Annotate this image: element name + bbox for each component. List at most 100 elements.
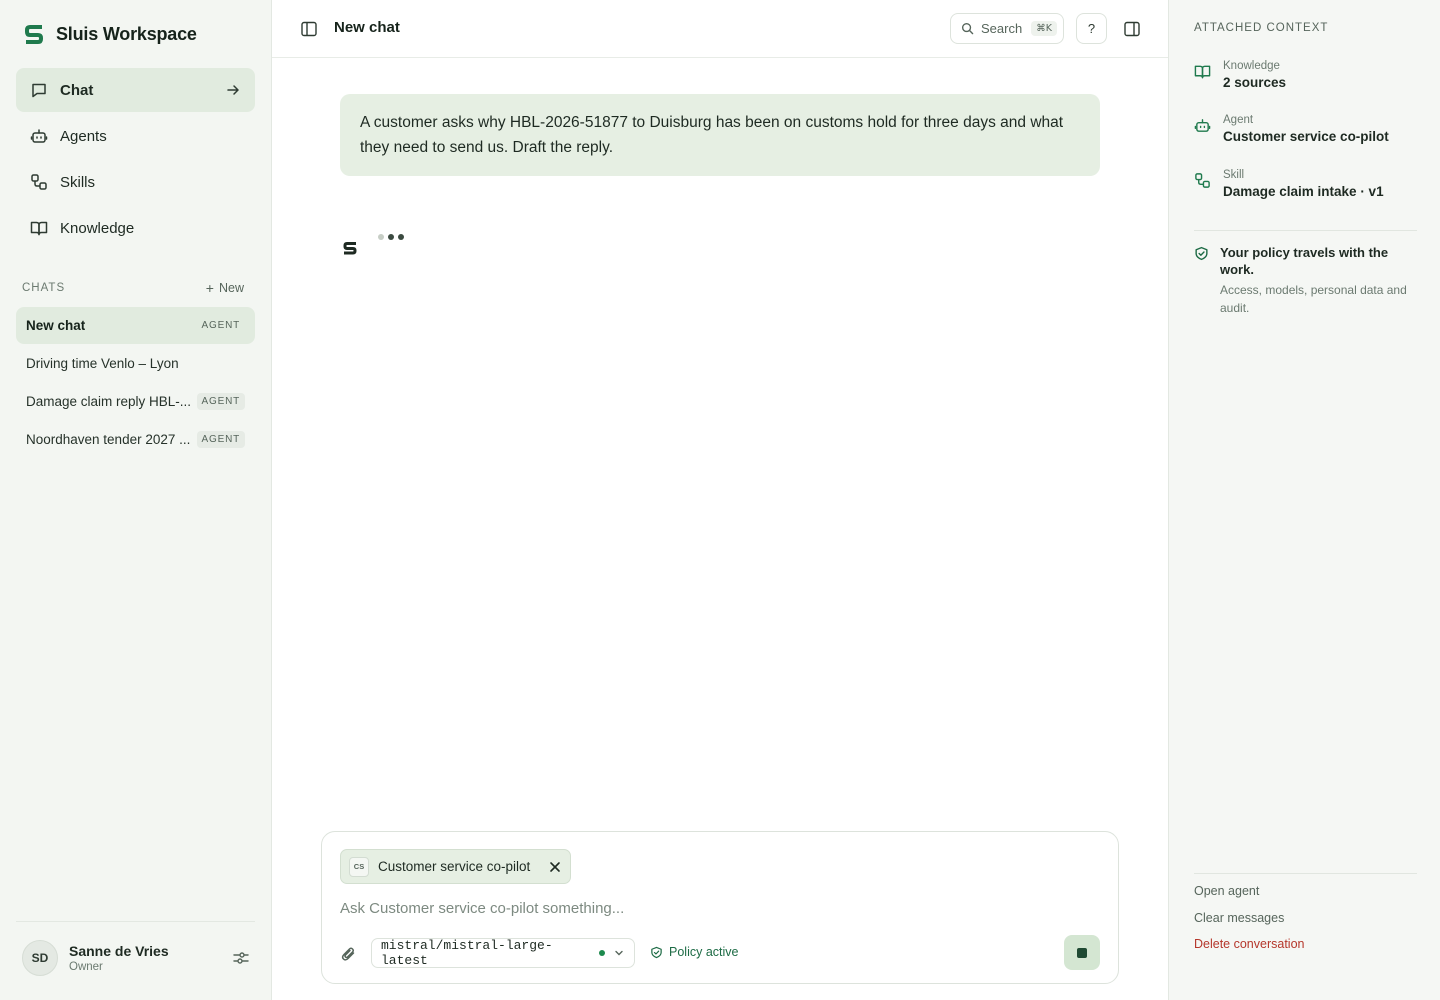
chat-title: Driving time Venlo – Lyon <box>26 356 179 371</box>
arrow-right-icon <box>227 85 239 95</box>
agent-tag: AGENT <box>196 393 245 410</box>
context-skill[interactable]: Skill Damage claim intake · v1 <box>1194 169 1414 199</box>
agent-chip-badge: CS <box>349 856 369 877</box>
sidebar: Sluis Workspace Chat Agents Skills Knowl… <box>0 0 272 1000</box>
book-icon <box>1194 65 1211 79</box>
divider <box>16 921 255 922</box>
user-name: Sanne de Vries <box>69 943 169 959</box>
prompt-input[interactable] <box>340 896 1100 920</box>
user-info: Sanne de Vries Owner <box>69 943 169 973</box>
search-button[interactable]: Search ⌘K <box>950 13 1064 44</box>
agent-chip-label: Customer service co-pilot <box>378 859 531 874</box>
chat-title: New chat <box>26 318 86 333</box>
user-role: Owner <box>69 961 103 973</box>
delete-conversation-link[interactable]: Delete conversation <box>1194 937 1304 964</box>
nav-item-knowledge[interactable]: Knowledge <box>16 206 255 250</box>
agent-chip[interactable]: CS Customer service co-pilot <box>340 849 571 884</box>
context-agent-value: Customer service co-pilot <box>1223 129 1389 144</box>
policy-card-title: Your policy travels with the work. <box>1220 245 1389 277</box>
workflow-icon <box>31 174 47 190</box>
context-knowledge[interactable]: Knowledge 2 sources <box>1194 60 1414 90</box>
open-agent-link[interactable]: Open agent <box>1194 884 1304 911</box>
search-label: Search <box>981 21 1023 36</box>
context-actions: Open agent Clear messages Delete convers… <box>1194 884 1304 964</box>
message-composer: CS Customer service co-pilot mistral/mis… <box>321 831 1119 984</box>
chat-list-item[interactable]: Damage claim reply HBL-... AGENT <box>16 383 255 420</box>
chat-title: Noordhaven tender 2027 ... <box>26 432 191 447</box>
chats-header: CHATS + New <box>22 280 244 296</box>
search-icon <box>961 22 974 35</box>
context-panel: ATTACHED CONTEXT Knowledge 2 sources Age… <box>1168 0 1440 1000</box>
shield-check-icon <box>1195 246 1208 261</box>
chat-list: New chat AGENT Driving time Venlo – Lyon… <box>16 307 255 459</box>
context-panel-title: ATTACHED CONTEXT <box>1194 22 1329 34</box>
new-chat-button[interactable]: + New <box>206 281 244 295</box>
policy-card: Your policy travels with the work. Acces… <box>1194 244 1419 317</box>
chat-main: New chat Search ⌘K ? A customer asks why… <box>272 0 1168 1000</box>
typing-dot <box>388 234 394 240</box>
context-skill-value: Damage claim intake · v1 <box>1223 184 1384 199</box>
context-skill-text: Skill Damage claim intake · v1 <box>1223 169 1384 199</box>
nav-item-chat[interactable]: Chat <box>16 68 255 112</box>
typing-indicator <box>378 234 404 240</box>
model-status-dot <box>599 950 605 956</box>
chat-bubble-icon <box>32 83 46 98</box>
nav-label-agents: Agents <box>60 127 107 145</box>
nav-label-chat: Chat <box>60 81 94 99</box>
context-knowledge-label: Knowledge <box>1223 60 1280 72</box>
nav-label-skills: Skills <box>60 173 96 191</box>
page-title: New chat <box>334 19 400 36</box>
sidebar-toggle-icon[interactable] <box>300 20 318 38</box>
sluis-logo-icon <box>25 25 43 44</box>
chat-list-item[interactable]: Driving time Venlo – Lyon <box>16 345 255 382</box>
nav-item-agents[interactable]: Agents <box>16 114 255 158</box>
context-knowledge-value: 2 sources <box>1223 75 1287 90</box>
user-message-bubble: A customer asks why HBL-2026-51877 to Du… <box>340 94 1100 176</box>
workspace-name: Sluis Workspace <box>56 23 197 44</box>
robot-icon <box>1194 119 1211 132</box>
model-name: mistral/mistral-large-latest <box>381 938 553 968</box>
keyboard-shortcut: ⌘K <box>1031 21 1057 36</box>
help-button[interactable]: ? <box>1076 13 1107 44</box>
robot-icon <box>30 129 48 143</box>
chat-title: Damage claim reply HBL-... <box>26 394 192 409</box>
context-agent[interactable]: Agent Customer service co-pilot <box>1194 114 1414 144</box>
avatar: SD <box>22 940 58 976</box>
policy-status[interactable]: Policy active <box>650 945 738 959</box>
context-knowledge-text: Knowledge 2 sources <box>1223 60 1286 90</box>
nav-item-skills[interactable]: Skills <box>16 160 255 204</box>
agent-tag: AGENT <box>201 320 240 331</box>
book-icon <box>30 221 48 236</box>
typing-dot <box>378 234 384 240</box>
context-agent-text: Agent Customer service co-pilot <box>1223 114 1389 144</box>
new-chat-label: New <box>218 281 244 295</box>
close-icon[interactable] <box>548 860 562 874</box>
chat-list-item[interactable]: Noordhaven tender 2027 ... AGENT <box>16 421 255 458</box>
paperclip-icon[interactable] <box>340 945 358 963</box>
policy-card-text: Your policy travels with the work. Acces… <box>1220 244 1419 317</box>
policy-label: Policy active <box>669 945 739 959</box>
assistant-logo-icon <box>343 242 357 255</box>
workspace-brand[interactable]: Sluis Workspace <box>24 22 197 46</box>
chats-heading: CHATS <box>22 282 66 294</box>
divider <box>1194 230 1417 231</box>
stop-generation-button[interactable] <box>1064 935 1100 970</box>
workflow-icon <box>1195 173 1210 188</box>
context-agent-label: Agent <box>1223 114 1254 126</box>
nav-label-knowledge: Knowledge <box>60 219 135 237</box>
agent-tag: AGENT <box>196 431 245 448</box>
user-profile[interactable]: SD Sanne de Vries Owner <box>22 939 250 977</box>
chat-list-item[interactable]: New chat AGENT <box>16 307 255 344</box>
chevron-down-icon <box>615 950 623 956</box>
context-panel-toggle-icon[interactable] <box>1123 20 1141 38</box>
typing-dot <box>398 234 404 240</box>
top-bar: New chat Search ⌘K ? <box>272 0 1168 58</box>
model-select[interactable]: mistral/mistral-large-latest <box>371 938 635 968</box>
context-skill-label: Skill <box>1223 169 1245 181</box>
clear-messages-link[interactable]: Clear messages <box>1194 911 1304 938</box>
plus-icon: + <box>205 280 214 296</box>
settings-sliders-icon[interactable] <box>232 949 250 967</box>
shield-check-icon <box>651 946 662 958</box>
stop-icon <box>1077 947 1087 958</box>
divider <box>1194 873 1417 874</box>
